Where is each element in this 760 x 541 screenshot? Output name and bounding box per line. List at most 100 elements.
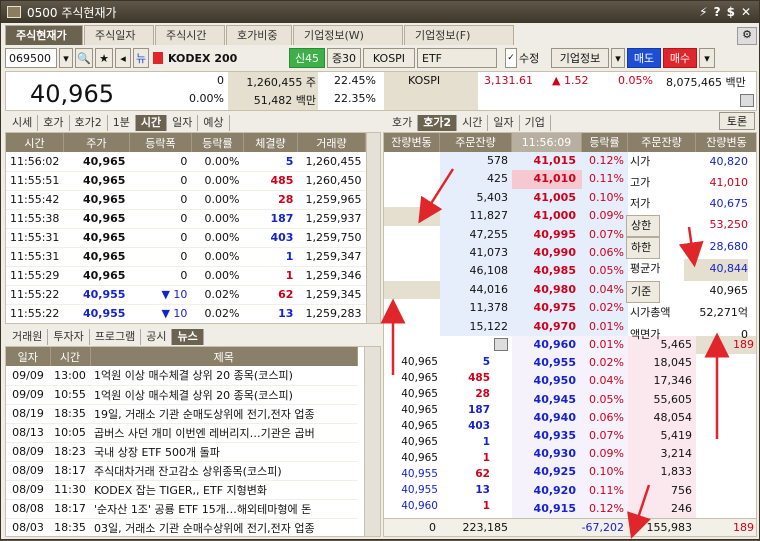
time-cell: 0.00% xyxy=(191,209,244,229)
stock-code-input[interactable]: 069500 xyxy=(5,48,57,68)
bid-qty: 18,045 xyxy=(628,354,696,373)
tab-r-hoga[interactable]: 호가 xyxy=(387,115,419,131)
bid-price[interactable]: 40,960 xyxy=(512,336,582,355)
tab-broker[interactable]: 거래원 xyxy=(7,329,49,345)
tab-r-company[interactable]: 기업 xyxy=(520,115,551,131)
bid-price[interactable]: 40,915 xyxy=(512,499,582,518)
time-scrollbar[interactable] xyxy=(366,133,380,323)
bid-price[interactable]: 40,930 xyxy=(512,445,582,464)
news-row[interactable]: 08/03 18:35 03일, 거래소 기관 순매수상위에 전기,전자 업종 xyxy=(6,518,358,536)
time-cell: ▼ 10 xyxy=(129,304,192,323)
tick-row: 40,965 187 xyxy=(384,402,512,418)
news-badge[interactable]: 뉴 xyxy=(133,48,149,68)
news-row[interactable]: 08/08 18:17 '순자산 1조' 공룡 ETF 15개…해외테마형에 돈 xyxy=(6,499,358,519)
ask-qty: 11,378 xyxy=(440,299,512,318)
bid-price[interactable]: 40,925 xyxy=(512,463,582,482)
modify-checkbox[interactable]: ✓ xyxy=(505,48,517,68)
tab-time[interactable]: 시간 xyxy=(135,115,168,131)
info-label: 시가 xyxy=(630,155,651,168)
ob-expand-icon[interactable] xyxy=(494,338,508,351)
info-row: 저가 40,675 xyxy=(626,194,756,215)
turnover-value-2: 22.35% xyxy=(334,92,376,105)
bid-price[interactable]: 40,935 xyxy=(512,426,582,446)
news-cell: '순자산 1조' 공룡 ETF 15개…해외테마형에 돈 xyxy=(90,499,358,519)
tab-news[interactable]: 뉴스 xyxy=(172,329,204,345)
time-cell: 28 xyxy=(243,190,298,210)
help-icon[interactable]: ? xyxy=(714,5,721,19)
expand-icon[interactable] xyxy=(740,94,754,107)
tab-company-f[interactable]: 기업정보(F) xyxy=(404,25,514,45)
tab-quote-ratio[interactable]: 호가비중 xyxy=(226,25,292,45)
prev-arrow-icon[interactable]: ◂ xyxy=(115,48,131,68)
time-cell: 40,965 xyxy=(63,209,130,229)
favorite-star-icon[interactable]: ★ xyxy=(95,48,113,68)
info-dropdown-icon[interactable]: ▾ xyxy=(611,48,625,68)
close-icon[interactable]: ✕ xyxy=(741,5,751,19)
bid-price[interactable]: 40,950 xyxy=(512,372,582,391)
ask-price[interactable]: 41,015 xyxy=(512,152,582,171)
ask-price[interactable]: 40,990 xyxy=(512,243,582,263)
tab-hoga[interactable]: 호가 xyxy=(38,115,70,131)
search-icon[interactable]: 🔍 xyxy=(75,48,93,68)
info-label[interactable]: 상한 xyxy=(626,215,660,237)
bid-price[interactable]: 40,920 xyxy=(512,481,582,500)
time-cell: 0.00% xyxy=(191,247,244,267)
index-name: KOSPI xyxy=(408,74,441,87)
info-label[interactable]: 기준 xyxy=(626,281,660,303)
time-cell: 13 xyxy=(243,304,298,323)
news-row[interactable]: 08/13 10:05 곱버스 사던 개미 이번엔 레버리지…기관은 곱버 xyxy=(6,423,358,443)
news-row[interactable]: 08/09 11:30 KODEX 잡는 TIGER,, ETF 지형변화 xyxy=(6,480,358,500)
tab-expected[interactable]: 예상 xyxy=(198,115,230,131)
ask-price[interactable]: 40,985 xyxy=(512,262,582,281)
news-scrollbar[interactable] xyxy=(364,347,380,536)
tab-stock-daily[interactable]: 주식일자 xyxy=(84,25,154,45)
dollar-icon[interactable]: $ xyxy=(727,5,735,19)
tab-r-hoga2[interactable]: 호가2 xyxy=(418,115,458,131)
tab-company-w[interactable]: 기업정보(W) xyxy=(293,25,403,45)
bid-price[interactable]: 40,940 xyxy=(512,408,582,427)
news-cell: 08/09 xyxy=(6,461,50,481)
ask-price[interactable]: 40,995 xyxy=(512,225,582,244)
more-icon[interactable]: ▾ xyxy=(699,48,715,68)
time-cell: 40,955 xyxy=(63,304,130,323)
ask-price[interactable]: 41,000 xyxy=(512,207,582,226)
settings-gear-icon[interactable]: ⚙ xyxy=(737,27,757,45)
news-row[interactable]: 08/09 18:17 주식대차거래 잔고감소 상위종목(코스피) xyxy=(6,461,358,481)
news-row[interactable]: 08/09 18:23 국내 상장 ETF 500개 돌파 xyxy=(6,442,358,462)
ask-price[interactable]: 40,980 xyxy=(512,280,582,300)
bid-price[interactable]: 40,945 xyxy=(512,390,582,409)
company-info-button[interactable]: 기업정보 xyxy=(551,48,609,68)
left-tabs: 시세 호가 호가2 1분 시간 일자 예상 xyxy=(7,115,230,131)
pin-icon[interactable]: ⚡ xyxy=(699,5,707,19)
sell-button[interactable]: 매도 xyxy=(627,48,661,68)
tab-1min[interactable]: 1분 xyxy=(108,115,136,131)
news-row[interactable]: 08/19 18:35 19일, 거래소 기관 순매도상위에 전기,전자 업종 xyxy=(6,404,358,424)
info-label[interactable]: 하한 xyxy=(626,237,660,259)
code-dropdown-icon[interactable]: ▾ xyxy=(59,48,73,68)
news-row[interactable]: 09/09 13:00 1억원 이상 매수체결 상위 20 종목(코스피) xyxy=(6,366,358,386)
tab-stock-price[interactable]: 주식현재가 xyxy=(5,25,83,45)
ask-price[interactable]: 41,005 xyxy=(512,188,582,208)
tab-stock-time[interactable]: 주식시간 xyxy=(155,25,225,45)
ask-price[interactable]: 41,010 xyxy=(512,170,582,189)
ask-price[interactable]: 40,975 xyxy=(512,299,582,318)
ob-footer-cell: 223,185 xyxy=(462,521,509,534)
tab-quote[interactable]: 시세 xyxy=(7,115,39,131)
bid-price[interactable]: 40,955 xyxy=(512,354,582,373)
tab-r-time[interactable]: 시간 xyxy=(457,115,489,131)
ask-price[interactable]: 40,970 xyxy=(512,317,582,336)
tab-investor[interactable]: 투자자 xyxy=(48,329,90,345)
modify-label: 수정 xyxy=(519,52,540,65)
buy-button[interactable]: 매수 xyxy=(663,48,697,68)
tab-program[interactable]: 프로그램 xyxy=(90,329,142,345)
ask-qty: 47,255 xyxy=(440,225,512,244)
tab-day[interactable]: 일자 xyxy=(167,115,199,131)
info-row: 시가총액 52,271억 xyxy=(626,303,756,325)
news-row[interactable]: 09/09 10:55 1억원 이상 매수체결 상위 20 종목(코스피) xyxy=(6,385,358,405)
tab-disclosure[interactable]: 공시 xyxy=(141,329,173,345)
ask-qty: 44,016 xyxy=(440,280,512,300)
tab-r-day[interactable]: 일자 xyxy=(488,115,520,131)
tab-hoga2[interactable]: 호가2 xyxy=(70,115,108,131)
discussion-button[interactable]: 토론 xyxy=(719,112,755,130)
ob-footer-cell: 189 xyxy=(733,521,754,534)
